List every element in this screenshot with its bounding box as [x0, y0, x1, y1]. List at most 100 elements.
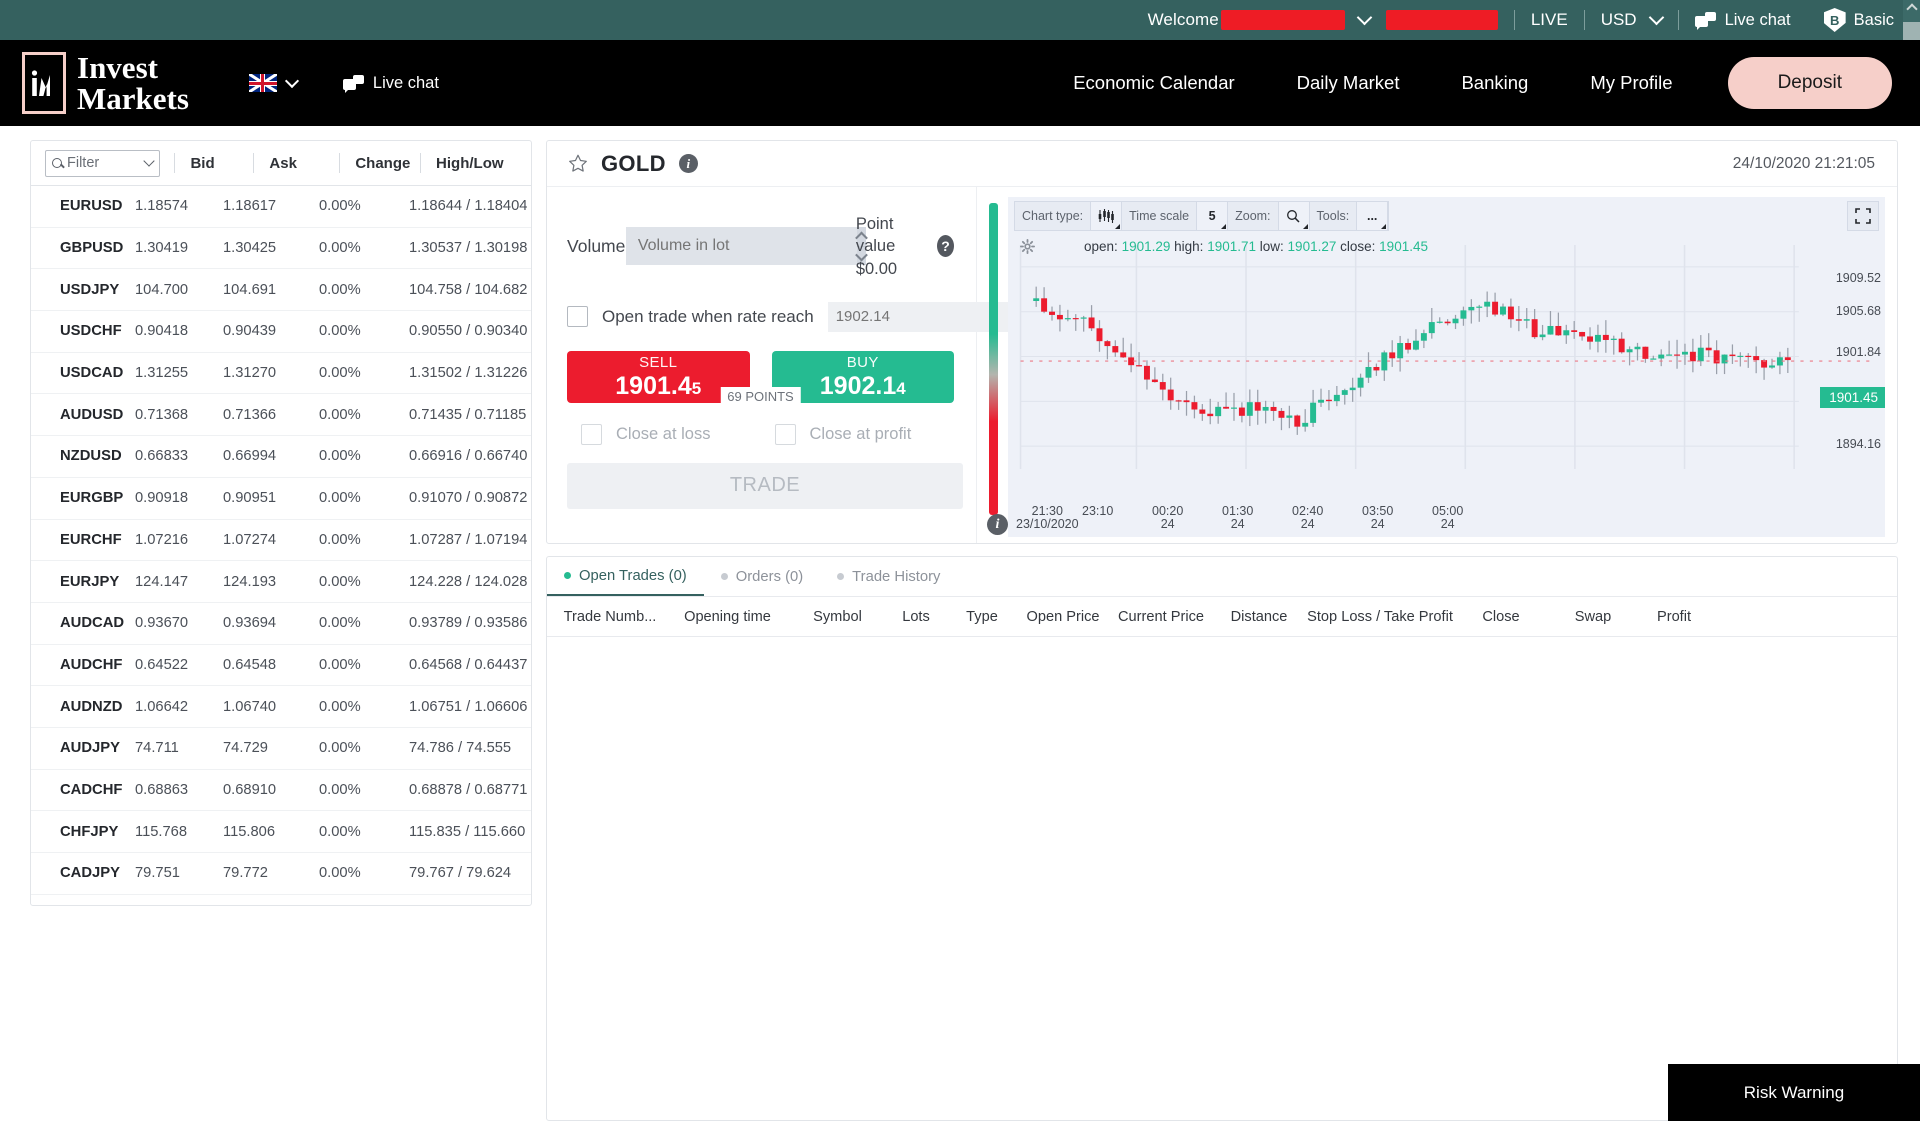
currency-dropdown-chevron-icon[interactable] [1648, 10, 1664, 26]
instrument-row[interactable]: USDCAD1.312551.312700.00%1.31502 / 1.312… [31, 353, 531, 395]
tab-orders[interactable]: Orders (0) [704, 557, 820, 596]
instrument-highlow: 1.06751 / 1.06606 [409, 699, 529, 715]
zoom-button[interactable] [1278, 202, 1310, 230]
positions-column-header[interactable]: Swap [1547, 609, 1639, 625]
close-at-profit-label: Close at profit [810, 425, 912, 444]
positions-column-header[interactable]: Trade Numb... [555, 609, 665, 625]
nav-item-banking[interactable]: Banking [1430, 72, 1559, 94]
positions-column-header[interactable]: Opening time [665, 609, 790, 625]
positions-column-header[interactable]: Close [1455, 609, 1547, 625]
welcome-label: Welcome [1148, 10, 1219, 30]
instrument-ask: 1.06740 [223, 699, 319, 715]
positions-column-header[interactable]: Stop Loss / Take Profit [1305, 609, 1455, 625]
risk-warning-banner[interactable]: Risk Warning [1668, 1064, 1920, 1121]
close-at-loss-checkbox[interactable] [581, 424, 602, 445]
instrument-row[interactable]: AUDNZD1.066421.067400.00%1.06751 / 1.066… [31, 686, 531, 728]
close-at-loss-group[interactable]: Close at loss [567, 424, 761, 445]
open-trade-when-rate-checkbox[interactable] [567, 306, 588, 327]
instrument-row[interactable]: EURUSD1.185741.186170.00%1.18644 / 1.184… [31, 186, 531, 228]
filter-dropdown[interactable]: Filter [45, 150, 160, 177]
instrument-symbol: NZDUSD [31, 448, 135, 464]
instrument-symbol: AUDUSD [31, 407, 135, 423]
positions-column-header[interactable]: Current Price [1109, 609, 1213, 625]
instrument-symbol: CADCHF [31, 782, 135, 798]
close-at-loss-label: Close at loss [616, 425, 710, 444]
instrument-row[interactable]: EURGBP0.909180.909510.00%0.91070 / 0.908… [31, 478, 531, 520]
positions-column-header[interactable]: Open Price [1017, 609, 1109, 625]
chart-type-candlestick-button[interactable] [1090, 202, 1122, 230]
positions-table-header: Trade Numb...Opening timeSymbolLotsTypeO… [547, 597, 1897, 637]
instrument-symbol: USDCAD [31, 365, 135, 381]
instrument-row[interactable]: GBPUSD1.304191.304250.00%1.30537 / 1.301… [31, 228, 531, 270]
logo-text-line2: Markets [77, 83, 189, 114]
positions-column-header[interactable]: Type [947, 609, 1017, 625]
language-selector[interactable] [249, 74, 297, 92]
instrument-highlow: 79.767 / 79.624 [409, 865, 529, 881]
instrument-row[interactable]: USDJPY104.700104.6910.00%104.758 / 104.6… [31, 269, 531, 311]
instrument-symbol: AUDNZD [31, 699, 135, 715]
chart-info-icon[interactable]: i [987, 514, 1008, 535]
positions-tabs: Open Trades (0) Orders (0) Trade History [547, 557, 1897, 597]
deposit-button[interactable]: Deposit [1728, 57, 1892, 109]
column-header-highlow[interactable]: High/Low [420, 152, 527, 174]
instrument-change: 0.00% [319, 407, 409, 423]
instrument-row[interactable]: AUDCHF0.645220.645480.00%0.64568 / 0.644… [31, 645, 531, 687]
instrument-row[interactable]: CADCHF0.688630.689100.00%0.68878 / 0.687… [31, 770, 531, 812]
volume-input[interactable] [626, 227, 857, 265]
price-chart[interactable]: Chart type: [1008, 197, 1885, 537]
instrument-change: 0.00% [319, 448, 409, 464]
tools-button[interactable]: ... [1356, 202, 1388, 230]
instrument-row[interactable]: EURCHF1.072161.072740.00%1.07287 / 1.071… [31, 520, 531, 562]
close-at-profit-checkbox[interactable] [775, 424, 796, 445]
sentiment-gradient-bar [989, 203, 998, 515]
instrument-symbol: EURCHF [31, 532, 135, 548]
instrument-row[interactable]: CADJPY79.75179.7720.00%79.767 / 79.624 [31, 853, 531, 895]
tab-trade-history[interactable]: Trade History [820, 557, 957, 596]
column-header-bid[interactable]: Bid [174, 152, 253, 174]
fullscreen-button[interactable] [1847, 201, 1879, 231]
chart-pane: Chart type: [977, 187, 1897, 543]
instrument-bid: 0.64522 [135, 657, 223, 673]
time-scale-value-button[interactable]: 5 [1196, 202, 1228, 230]
instrument-row[interactable]: CHFJPY115.768115.8060.00%115.835 / 115.6… [31, 811, 531, 853]
trade-submit-button[interactable]: TRADE [567, 463, 963, 509]
instrument-bid: 74.711 [135, 740, 223, 756]
instrument-row[interactable]: AUDUSD0.713680.713660.00%0.71435 / 0.711… [31, 394, 531, 436]
instrument-row[interactable]: EURJPY124.147124.1930.00%124.228 / 124.0… [31, 561, 531, 603]
instrument-info-icon[interactable]: i [679, 154, 698, 173]
positions-column-header[interactable]: Lots [885, 609, 947, 625]
positions-column-header[interactable]: Distance [1213, 609, 1305, 625]
point-value-help-icon[interactable]: ? [937, 235, 954, 257]
positions-column-header[interactable]: Profit [1639, 609, 1709, 625]
instrument-highlow: 0.90550 / 0.90340 [409, 323, 529, 339]
column-header-ask[interactable]: Ask [253, 152, 339, 174]
nav-item-economic-calendar[interactable]: Economic Calendar [1042, 72, 1265, 94]
favorite-star-icon[interactable] [567, 153, 589, 174]
trade-panel-body: Volume Point value $0.00 ? [547, 187, 1897, 543]
instrument-ask: 1.07274 [223, 532, 319, 548]
instrument-highlow: 124.228 / 124.028 [409, 574, 529, 590]
nav-live-chat-button[interactable]: Live chat [343, 74, 439, 93]
instrument-row[interactable]: AUDCAD0.936700.936940.00%0.93789 / 0.935… [31, 603, 531, 645]
account-dropdown-chevron-icon[interactable] [1357, 10, 1373, 26]
positions-column-header[interactable]: Symbol [790, 609, 885, 625]
column-header-change[interactable]: Change [339, 152, 420, 174]
instrument-row[interactable]: AUDJPY74.71174.7290.00%74.786 / 74.555 [31, 728, 531, 770]
nav-item-daily-market[interactable]: Daily Market [1266, 72, 1431, 94]
divider [1678, 10, 1679, 30]
close-at-profit-group[interactable]: Close at profit [761, 424, 955, 445]
nav-item-my-profile[interactable]: My Profile [1559, 72, 1703, 94]
volume-row: Volume Point value $0.00 ? [567, 213, 954, 280]
top-live-chat-label[interactable]: Live chat [1725, 11, 1791, 30]
instrument-watchlist: Filter Bid Ask Change High/Low EURUSD1.1… [30, 140, 532, 906]
ohlc-close-value: 1901.45 [1379, 239, 1428, 254]
instrument-row[interactable]: NZDUSD0.668330.669940.00%0.66916 / 0.667… [31, 436, 531, 478]
instrument-change: 0.00% [319, 282, 409, 298]
chart-settings-gear-icon[interactable] [1020, 239, 1035, 254]
brave-shield-icon[interactable]: B [1824, 8, 1846, 32]
language-chevron-down-icon[interactable] [285, 73, 299, 87]
tab-open-trades[interactable]: Open Trades (0) [547, 557, 704, 596]
instrument-row[interactable]: USDCHF0.904180.904390.00%0.90550 / 0.903… [31, 311, 531, 353]
instrument-ask: 74.729 [223, 740, 319, 756]
brand-logo[interactable]: Invest Markets [22, 52, 189, 114]
